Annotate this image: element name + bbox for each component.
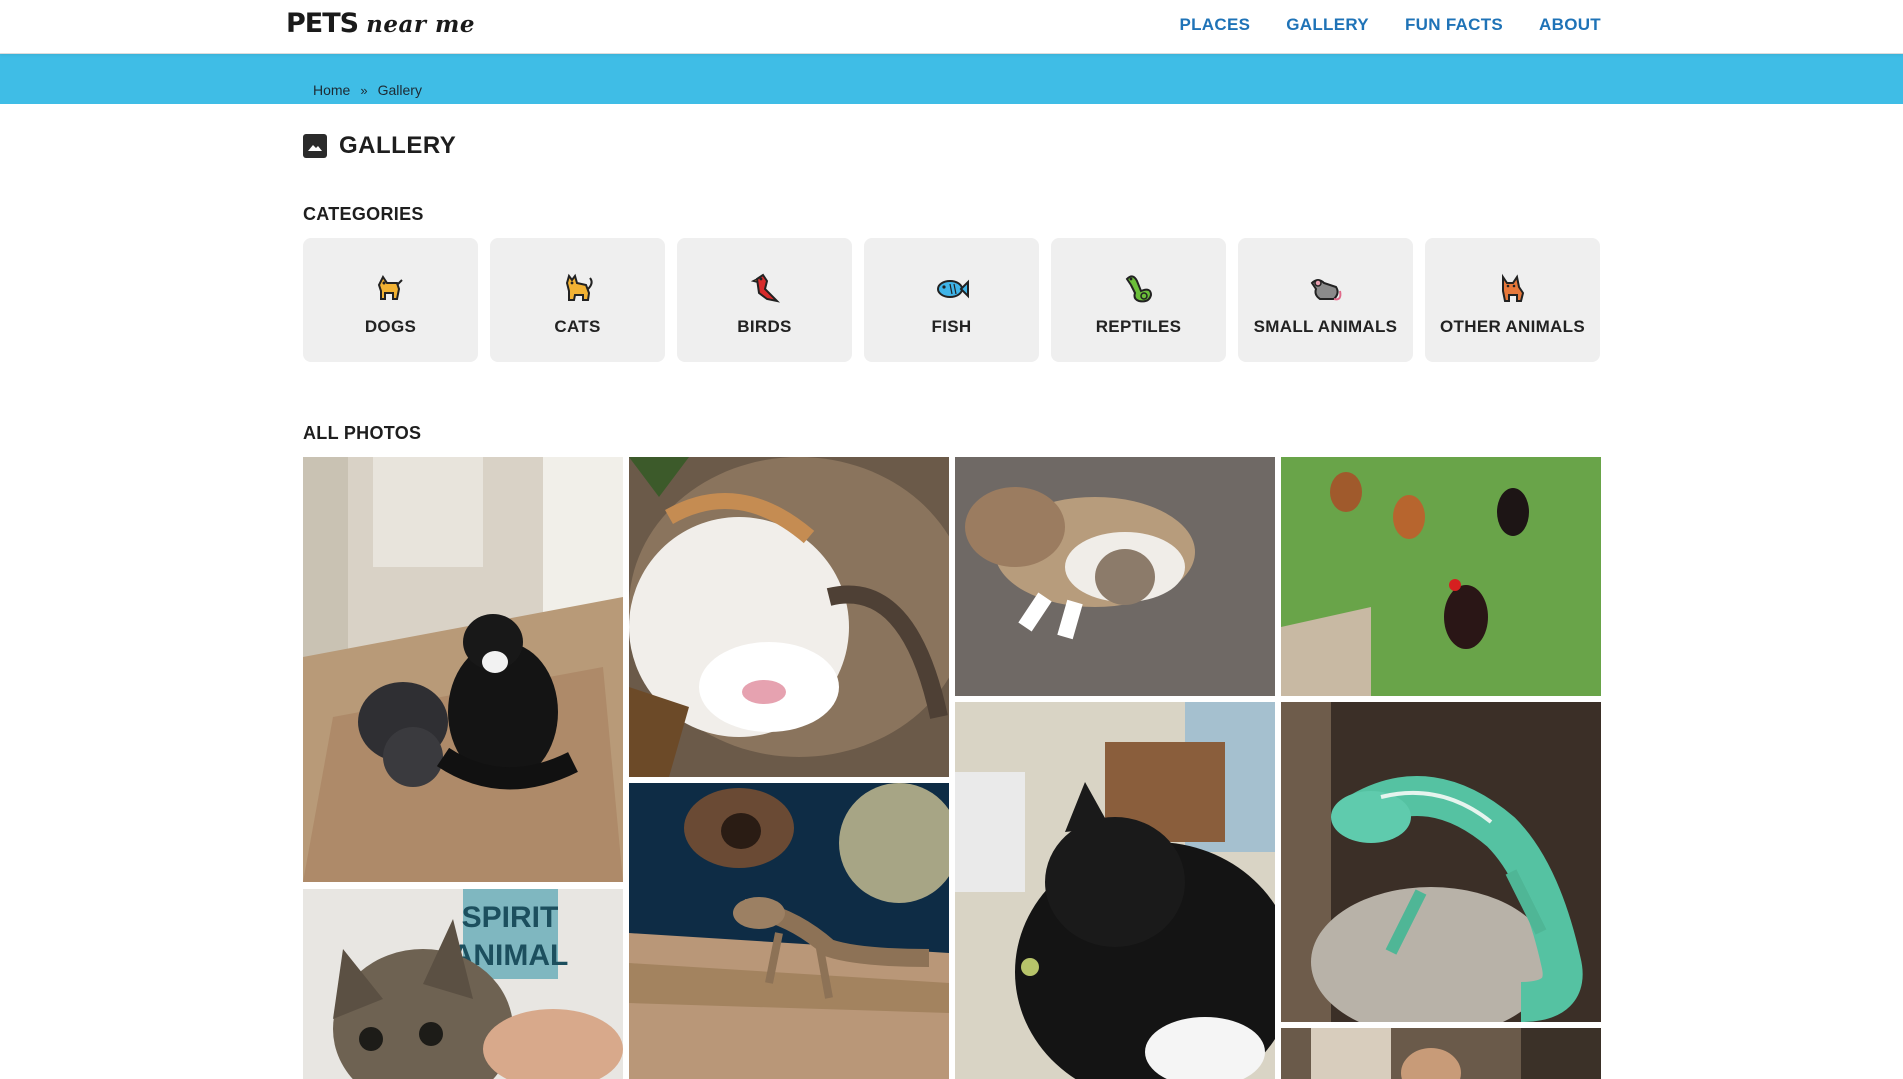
- gallery-photo-cat-on-gravel[interactable]: [955, 457, 1275, 696]
- nav-gallery[interactable]: GALLERY: [1286, 15, 1369, 35]
- main-nav: PLACES GALLERY FUN FACTS ABOUT: [1179, 0, 1601, 50]
- category-other-animals[interactable]: OTHER ANIMALS: [1425, 238, 1600, 362]
- logo-script-text: near me: [366, 11, 475, 38]
- breadcrumb: Home » Gallery: [313, 82, 422, 98]
- fox-icon: [1501, 273, 1524, 302]
- category-label: REPTILES: [1095, 317, 1182, 336]
- category-label: BIRDS: [737, 317, 792, 336]
- nav-fun-facts[interactable]: FUN FACTS: [1405, 15, 1503, 35]
- gallery-photo-dog-and-cat[interactable]: [303, 457, 623, 882]
- category-label: OTHER ANIMALS: [1440, 317, 1585, 336]
- category-label: DOGS: [364, 317, 417, 336]
- fish-icon: [936, 279, 969, 299]
- lizard-icon: [1125, 275, 1152, 303]
- dog-icon: [377, 275, 403, 300]
- breadcrumb-separator: »: [360, 82, 368, 98]
- logo-main-text: PETS: [286, 8, 359, 39]
- category-label: SMALL ANIMALS: [1253, 317, 1398, 336]
- nav-about[interactable]: ABOUT: [1539, 15, 1601, 35]
- gallery-photo-iguana[interactable]: [1281, 702, 1601, 1022]
- page-title-text: GALLERY: [339, 132, 457, 159]
- category-label: CATS: [554, 317, 601, 336]
- gallery-photo-chickens[interactable]: [1281, 457, 1601, 696]
- category-fish[interactable]: FISH: [864, 238, 1039, 362]
- all-photos-heading: ALL PHOTOS: [303, 423, 422, 443]
- gallery-photo-kitten[interactable]: SPIRIT ANIMAL: [303, 889, 623, 1079]
- rat-icon: [1310, 279, 1341, 301]
- breadcrumb-home[interactable]: Home: [313, 82, 350, 98]
- site-header: PETS near me PLACES GALLERY FUN FACTS AB…: [0, 0, 1903, 54]
- poster-text: SPIRIT: [462, 901, 559, 934]
- breadcrumb-band: Home » Gallery: [0, 54, 1903, 104]
- gallery-photo-sleeping-cat[interactable]: [629, 457, 949, 777]
- category-dogs[interactable]: DOGS: [303, 238, 478, 362]
- gallery-photo-bearded-dragon[interactable]: [629, 783, 949, 1079]
- category-reptiles[interactable]: REPTILES: [1051, 238, 1226, 362]
- gallery-photo-partial[interactable]: [1281, 1028, 1601, 1079]
- breadcrumb-current: Gallery: [377, 82, 422, 98]
- category-list: DOGS CATS BIRDS FISH REPTILES SMALL ANIM…: [303, 238, 1600, 362]
- categories-heading: CATEGORIES: [303, 204, 424, 224]
- nav-places[interactable]: PLACES: [1179, 15, 1250, 35]
- bird-icon: [750, 273, 780, 303]
- page-title: GALLERY: [303, 132, 456, 160]
- site-logo[interactable]: PETS near me: [286, 8, 475, 44]
- category-cats[interactable]: CATS: [490, 238, 665, 362]
- image-icon: [303, 134, 327, 158]
- category-label: FISH: [931, 317, 972, 336]
- cat-icon: [565, 273, 593, 301]
- category-small-animals[interactable]: SMALL ANIMALS: [1238, 238, 1413, 362]
- category-birds[interactable]: BIRDS: [677, 238, 852, 362]
- gallery-photo-tuxedo-cat[interactable]: [955, 702, 1275, 1079]
